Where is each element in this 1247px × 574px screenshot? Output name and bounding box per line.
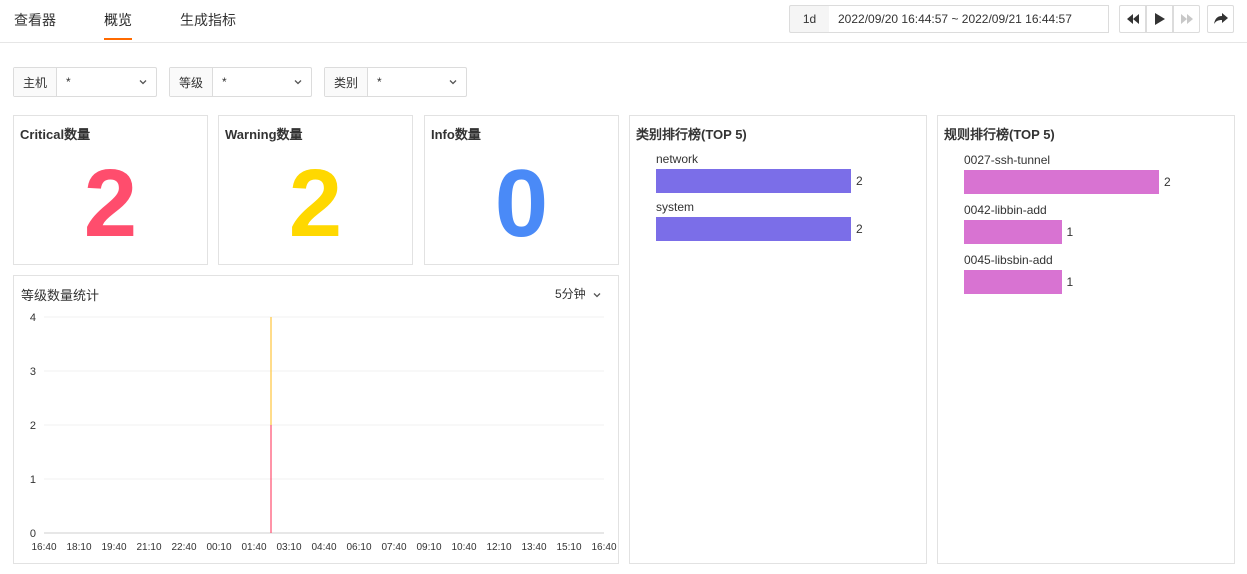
- x-tick-label: 10:40: [451, 542, 476, 553]
- y-tick-label: 4: [30, 312, 36, 324]
- chevron-down-icon: [449, 80, 457, 85]
- fast-forward-button[interactable]: [1173, 5, 1200, 33]
- x-tick-label: 22:40: [171, 542, 196, 553]
- rewind-button[interactable]: [1119, 5, 1146, 33]
- rank-value: 2: [856, 222, 863, 236]
- chevron-down-icon: [139, 80, 147, 85]
- info-count-panel: Info数量 0: [424, 115, 619, 265]
- category-filter-value: *: [377, 75, 382, 89]
- category-rank-title: 类别排行榜(TOP 5): [636, 127, 747, 142]
- x-tick-label: 19:40: [101, 542, 126, 553]
- rank-label: 0045-libsbin-add: [964, 253, 1053, 267]
- tab-overview[interactable]: 概览: [104, 10, 132, 30]
- level-chart-title: 等级数量统计: [21, 288, 100, 303]
- x-tick-label: 00:10: [206, 542, 231, 553]
- x-tick-label: 06:10: [346, 542, 371, 553]
- host-filter-label: 主机: [14, 68, 58, 96]
- x-tick-label: 01:40: [241, 542, 266, 553]
- interval-value: 5分钟: [554, 287, 586, 301]
- category-filter-select[interactable]: *: [368, 68, 466, 96]
- y-tick-label: 3: [30, 366, 36, 378]
- rank-value: 1: [1066, 275, 1074, 289]
- play-button[interactable]: [1146, 5, 1173, 33]
- host-filter-value: *: [66, 75, 71, 89]
- rank-label: 0042-libbin-add: [964, 203, 1047, 217]
- fast-forward-icon: [1180, 14, 1193, 24]
- level-filter-value: *: [222, 75, 227, 89]
- x-tick-label: 13:40: [521, 542, 546, 553]
- y-tick-label: 0: [30, 528, 36, 540]
- x-tick-label: 15:10: [556, 542, 581, 553]
- x-tick-label: 21:10: [136, 542, 161, 553]
- critical-count-title: Critical数量: [20, 127, 91, 142]
- warning-count-panel: Warning数量 2: [218, 115, 413, 265]
- info-count-title: Info数量: [431, 127, 481, 142]
- x-tick-label: 16:40: [591, 542, 616, 553]
- rank-bar[interactable]: [964, 220, 1062, 244]
- x-tick-label: 16:40: [31, 542, 56, 553]
- rank-label: 0027-ssh-tunnel: [964, 153, 1051, 167]
- y-tick-label: 2: [30, 420, 36, 432]
- share-icon: [1213, 13, 1228, 24]
- active-tab-indicator: [104, 38, 132, 40]
- rank-bar[interactable]: [656, 169, 851, 193]
- play-icon: [1154, 13, 1165, 25]
- x-tick-label: 04:40: [311, 542, 336, 553]
- info-count-value: 0: [494, 150, 549, 257]
- share-button[interactable]: [1207, 5, 1234, 33]
- rewind-icon: [1126, 14, 1139, 24]
- host-filter-select[interactable]: *: [57, 68, 156, 96]
- x-tick-label: 03:10: [276, 542, 301, 553]
- rank-bar[interactable]: [656, 217, 851, 241]
- rule-rank-panel: 规则排行榜(TOP 5) 0027-ssh-tunnel 2 0042-libbin…: [937, 115, 1235, 564]
- level-filter-label: 等级: [170, 68, 214, 96]
- critical-count-panel: Critical数量 2: [13, 115, 208, 265]
- tab-generate-metrics[interactable]: 生成指标: [180, 10, 236, 30]
- interval-selector[interactable]: 5分钟: [555, 285, 602, 302]
- rank-bar[interactable]: [964, 270, 1062, 294]
- chevron-down-icon: [294, 80, 302, 85]
- top-bar: 查看器 概览 生成指标 1d 2022/09/20 16:44:57 ~ 202…: [0, 0, 1247, 43]
- time-range-picker[interactable]: 2022/09/20 16:44:57 ~ 2022/09/21 16:44:5…: [829, 5, 1109, 33]
- level-filter[interactable]: 等级 *: [169, 67, 312, 97]
- rank-label: system: [656, 200, 695, 214]
- category-filter[interactable]: 类别 *: [324, 67, 467, 97]
- rule-rank-title: 规则排行榜(TOP 5): [944, 127, 1055, 142]
- host-filter[interactable]: 主机 *: [13, 67, 157, 97]
- critical-count-value: 2: [83, 150, 138, 257]
- x-tick-label: 12:10: [486, 542, 511, 553]
- category-filter-label: 类别: [325, 68, 369, 96]
- rank-value: 2: [1164, 175, 1171, 189]
- x-tick-label: 18:10: [66, 542, 91, 553]
- level-count-chart-panel: 等级数量统计 5分钟 0 1 2 3 4 16:40 18:10 19:40 21:10 22:4…: [13, 275, 619, 564]
- category-rank-panel: 类别排行榜(TOP 5) network 2 system 2: [629, 115, 927, 564]
- level-filter-select[interactable]: *: [213, 68, 311, 96]
- warning-count-value: 2: [288, 150, 343, 257]
- x-tick-label: 09:10: [416, 542, 441, 553]
- warning-count-title: Warning数量: [225, 127, 303, 142]
- x-tick-label: 07:40: [381, 542, 406, 553]
- level-chart: 0 1 2 3 4 16:40 18:10 19:40 21:10 22:40 00:10 01:40…: [30, 312, 617, 553]
- rank-value: 1: [1066, 225, 1074, 239]
- rank-value: 2: [856, 174, 863, 188]
- rank-label: network: [656, 152, 699, 166]
- chevron-down-icon: [593, 292, 601, 298]
- y-tick-label: 1: [30, 474, 36, 486]
- tab-viewer[interactable]: 查看器: [14, 10, 56, 30]
- rank-bar[interactable]: [964, 170, 1159, 194]
- quick-range-button[interactable]: 1d: [789, 5, 830, 33]
